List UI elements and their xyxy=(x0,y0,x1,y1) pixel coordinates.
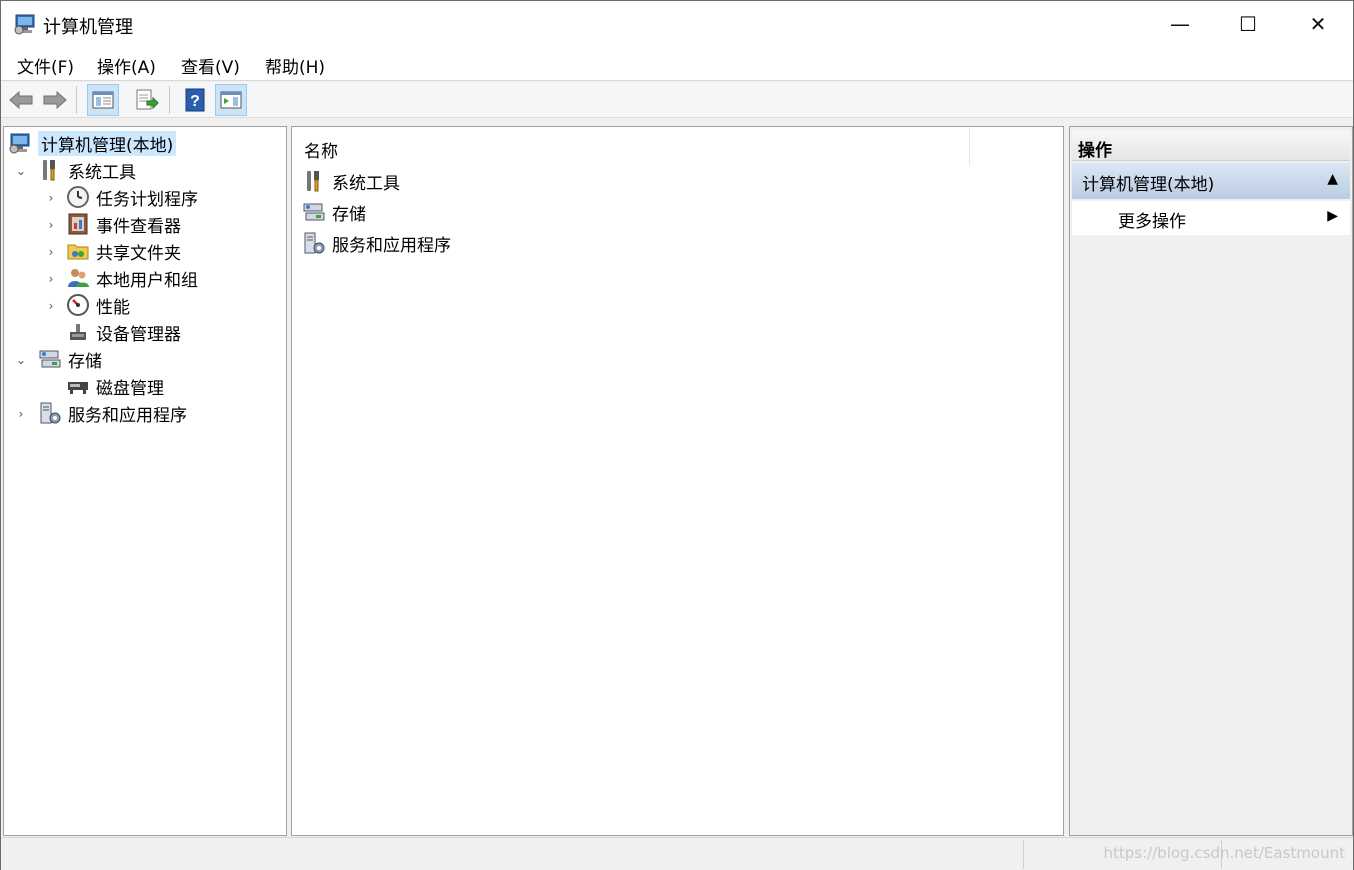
services-icon xyxy=(304,232,325,254)
results-pane: 名称 系统工具 存储 服务和应用程序 xyxy=(291,126,1064,836)
status-separator xyxy=(1023,840,1024,869)
more-actions-label: 更多操作 xyxy=(1118,212,1186,232)
tree-item-services-applications[interactable]: 服务和应用程序 xyxy=(38,400,187,426)
collapse-up-icon[interactable]: ▲ xyxy=(1327,171,1338,187)
list-item[interactable]: 服务和应用程序 xyxy=(302,229,451,257)
tools-icon xyxy=(307,171,319,192)
show-hide-action-pane-button[interactable] xyxy=(215,84,247,116)
services-icon xyxy=(40,402,61,424)
export-list-button[interactable] xyxy=(131,84,163,116)
minimize-button[interactable]: — xyxy=(1145,1,1215,47)
close-button[interactable]: ✕ xyxy=(1283,1,1353,47)
expand-arrow-right-icon[interactable]: › xyxy=(14,407,28,421)
expand-arrow-right-icon[interactable]: › xyxy=(44,245,58,259)
title-bar: 计算机管理 — ☐ ✕ xyxy=(1,1,1353,47)
forward-icon xyxy=(43,90,67,110)
maximize-icon: ☐ xyxy=(1239,12,1257,36)
forward-button[interactable] xyxy=(39,84,71,116)
users-icon xyxy=(68,269,89,287)
toolbar-separator xyxy=(76,86,77,114)
tree-item-computer-management-local[interactable]: 计算机管理(本地) xyxy=(8,130,177,156)
list-item[interactable]: 存储 xyxy=(302,198,366,226)
expand-arrow-right-icon[interactable]: › xyxy=(44,272,58,286)
tree-label: 系统工具 xyxy=(68,162,136,183)
tree-item-shared-folders[interactable]: 共享文件夹 xyxy=(66,238,181,264)
tree-item-task-scheduler[interactable]: 任务计划程序 xyxy=(66,184,198,210)
tree-item-system-tools[interactable]: 系统工具 xyxy=(38,157,136,183)
expand-arrow-right-icon[interactable]: › xyxy=(44,218,58,232)
show-hide-tree-button[interactable] xyxy=(87,84,119,116)
svg-text:?: ? xyxy=(190,93,200,110)
tree-label: 存储 xyxy=(68,351,102,372)
actions-header: 操作 xyxy=(1072,131,1350,161)
tree-item-event-viewer[interactable]: 事件查看器 xyxy=(66,211,181,237)
list-item-label: 存储 xyxy=(332,204,366,225)
show-hide-tree-icon xyxy=(92,91,114,109)
toolbar-separator xyxy=(169,86,170,114)
back-button[interactable] xyxy=(5,84,37,116)
column-header-name[interactable]: 名称 xyxy=(292,127,970,165)
help-icon: ? xyxy=(185,88,205,112)
tree-label: 本地用户和组 xyxy=(96,270,198,291)
back-icon xyxy=(9,90,33,110)
computer-management-icon xyxy=(9,133,30,154)
expand-arrow-down-icon[interactable]: ⌄ xyxy=(14,353,28,367)
tree-item-device-manager[interactable]: 设备管理器 xyxy=(66,319,181,345)
menu-bar: 文件(F) 操作(A) 查看(V) 帮助(H) xyxy=(1,47,1353,81)
tree-item-local-users-groups[interactable]: 本地用户和组 xyxy=(66,265,198,291)
tree-label: 事件查看器 xyxy=(96,216,181,237)
export-list-icon xyxy=(136,89,159,110)
disk-management-icon xyxy=(68,382,88,394)
event-viewer-icon xyxy=(68,213,88,235)
tools-icon xyxy=(43,160,55,181)
show-hide-action-pane-icon xyxy=(220,91,242,109)
tree-label: 设备管理器 xyxy=(96,324,181,345)
tree-label: 性能 xyxy=(96,297,130,318)
tree-label: 计算机管理(本地) xyxy=(38,130,177,156)
tree-label: 服务和应用程序 xyxy=(68,405,187,426)
expand-arrow-down-icon[interactable]: ⌄ xyxy=(14,164,28,178)
expand-arrow-right-icon[interactable]: › xyxy=(44,299,58,313)
window-title: 计算机管理 xyxy=(43,17,133,38)
shared-folder-icon xyxy=(67,244,89,260)
list-item-label: 服务和应用程序 xyxy=(332,235,451,256)
console-tree-pane: 计算机管理(本地) ⌄ 系统工具 › 任务计划程序 › 事件查看器 › 共享文件… xyxy=(3,126,287,836)
tree-item-performance[interactable]: 性能 xyxy=(66,292,130,318)
expand-arrow-right-icon[interactable]: › xyxy=(44,191,58,205)
more-actions-item[interactable]: 更多操作 ▶ xyxy=(1072,201,1350,235)
watermark-text: https://blog.csdn.net/Eastmount xyxy=(1103,844,1345,862)
list-item-label: 系统工具 xyxy=(332,173,400,194)
status-bar: https://blog.csdn.net/Eastmount xyxy=(1,837,1353,870)
storage-icon xyxy=(303,203,325,221)
clock-icon xyxy=(67,186,89,208)
submenu-arrow-icon: ▶ xyxy=(1327,208,1338,224)
tree-item-storage[interactable]: 存储 xyxy=(38,346,102,372)
list-item[interactable]: 系统工具 xyxy=(302,167,400,195)
actions-group-computer-management[interactable]: 计算机管理(本地) ▲ xyxy=(1072,163,1350,199)
device-manager-icon xyxy=(70,324,86,340)
tree-label: 任务计划程序 xyxy=(96,189,198,210)
help-button[interactable]: ? xyxy=(179,84,211,116)
tree-label: 共享文件夹 xyxy=(96,243,181,264)
tree-label: 磁盘管理 xyxy=(96,378,164,399)
computer-management-window: 计算机管理 — ☐ ✕ 文件(F) 操作(A) 查看(V) 帮助(H) ? 计算… xyxy=(0,0,1354,870)
menu-view[interactable]: 查看(V) xyxy=(181,53,240,78)
actions-pane: 操作 计算机管理(本地) ▲ 更多操作 ▶ xyxy=(1069,126,1353,836)
toolbar: ? xyxy=(1,82,1353,118)
maximize-button[interactable]: ☐ xyxy=(1213,1,1283,47)
performance-gauge-icon xyxy=(67,294,89,316)
menu-file[interactable]: 文件(F) xyxy=(17,53,74,78)
minimize-icon: — xyxy=(1170,12,1190,36)
menu-action[interactable]: 操作(A) xyxy=(97,53,156,78)
computer-management-icon xyxy=(14,14,35,35)
menu-help[interactable]: 帮助(H) xyxy=(265,53,325,78)
storage-icon xyxy=(39,350,61,368)
close-icon: ✕ xyxy=(1309,12,1327,36)
tree-item-disk-management[interactable]: 磁盘管理 xyxy=(66,373,164,399)
actions-group-label: 计算机管理(本地) xyxy=(1082,175,1215,195)
